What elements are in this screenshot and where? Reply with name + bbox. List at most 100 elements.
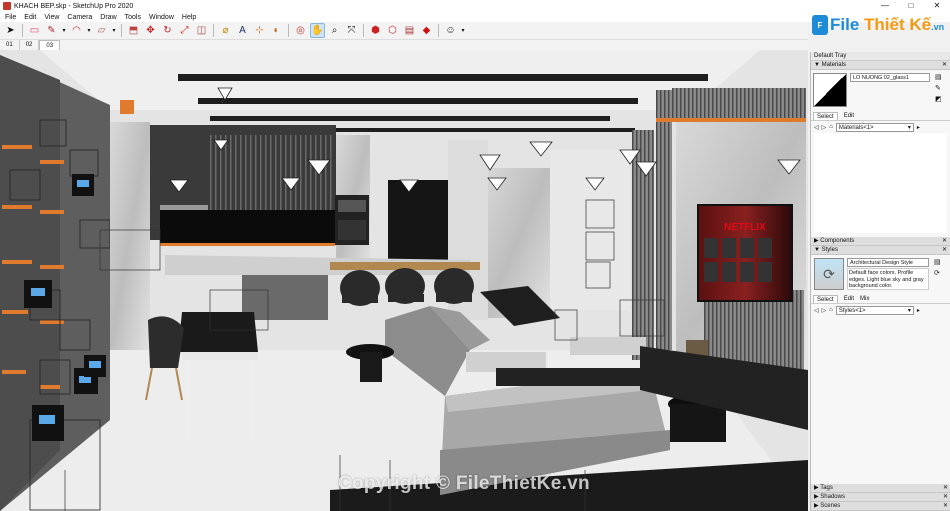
sample-paint-icon[interactable]: ✎ <box>935 84 942 92</box>
update-style-icon[interactable]: ⟳ <box>934 269 941 277</box>
forward-arrow-icon[interactable]: ▷ <box>822 124 827 131</box>
shadows-panel-header[interactable]: ▶ Shadows ✕ <box>811 493 950 502</box>
offset-icon[interactable]: ◫ <box>194 23 209 38</box>
menu-bar: File Edit View Camera Draw Tools Window … <box>0 12 950 22</box>
close-icon[interactable]: ✕ <box>943 493 948 502</box>
ruby-console-icon[interactable]: ◆ <box>419 23 434 38</box>
menu-view[interactable]: View <box>40 14 63 21</box>
material-name-field[interactable]: LO NUONG 02_glass1 <box>850 73 930 82</box>
minimize-button[interactable]: — <box>872 0 898 12</box>
styles-panel-header[interactable]: ▼ Styles ✕ <box>811 246 950 255</box>
material-tools: ▤ ✎ ◩ <box>935 73 942 109</box>
home-icon[interactable]: ⌂ <box>829 124 833 130</box>
scale-icon[interactable]: ⤢ <box>177 23 192 38</box>
styles-tab-select[interactable]: Select <box>813 295 838 303</box>
pan-icon[interactable]: ✋ <box>310 23 325 38</box>
menu-help[interactable]: Help <box>178 14 200 21</box>
materials-collection-dropdown[interactable]: Materials<1> <box>835 122 914 132</box>
window-controls: — □ ✕ <box>872 0 950 12</box>
orbit-icon[interactable]: ◎ <box>293 23 308 38</box>
materials-tab-select[interactable]: Select <box>813 112 838 120</box>
style-description: Default face colors. Profile edges. Ligh… <box>847 268 929 290</box>
create-style-icon[interactable]: ▤ <box>934 258 941 266</box>
eraser-icon[interactable]: ▭ <box>27 23 42 38</box>
maximize-button[interactable]: □ <box>898 0 924 12</box>
tape-measure-icon[interactable]: ⌀ <box>218 23 233 38</box>
menu-tools[interactable]: Tools <box>121 14 145 21</box>
logo-mark: F <box>812 15 828 35</box>
window-title: KHACH BEP.skp - SketchUp Pro 2020 <box>14 2 134 10</box>
zoom-extents-icon[interactable]: ⤧ <box>344 23 359 38</box>
materials-subtabs: Select Edit <box>811 112 950 121</box>
details-icon[interactable]: ▸ <box>917 307 920 314</box>
menu-edit[interactable]: Edit <box>20 14 40 21</box>
rotate-icon[interactable]: ↻ <box>160 23 175 38</box>
title-bar: KHACH BEP.skp - SketchUp Pro 2020 — □ ✕ <box>0 0 950 12</box>
chevron-down-icon[interactable]: ▾ <box>61 23 67 38</box>
create-material-icon[interactable]: ▤ <box>935 73 942 81</box>
back-arrow-icon[interactable]: ◁ <box>814 307 819 314</box>
tags-panel-header[interactable]: ▶ Tags ✕ <box>811 484 950 493</box>
styles-tab-mix[interactable]: Mix <box>860 295 869 303</box>
menu-camera[interactable]: Camera <box>63 14 96 21</box>
menu-draw[interactable]: Draw <box>96 14 120 21</box>
chevron-down-icon[interactable]: ▾ <box>460 23 466 38</box>
materials-panel-header[interactable]: ▼ Materials ✕ <box>811 61 950 70</box>
materials-list[interactable] <box>814 133 947 233</box>
materials-nav-row: ◁ ▷ ⌂ Materials<1> ▸ <box>811 121 950 133</box>
style-thumbnail: ⟳ <box>814 258 844 290</box>
text-icon[interactable]: A <box>235 23 250 38</box>
material-preview-row: LO NUONG 02_glass1 ▤ ✎ ◩ <box>811 70 950 112</box>
close-icon[interactable]: ✕ <box>942 61 947 70</box>
collapsed-panels: ▶ Tags ✕ ▶ Shadows ✕ ▶ Scenes ✕ <box>811 484 950 511</box>
tray-title: Default Tray <box>811 52 950 61</box>
close-icon[interactable]: ✕ <box>942 246 947 255</box>
scene-tab-01[interactable]: 01 <box>0 40 20 50</box>
home-icon[interactable]: ⌂ <box>829 307 833 313</box>
chevron-down-icon[interactable]: ▾ <box>86 23 92 38</box>
scene-tab-03[interactable]: 03 <box>39 40 61 50</box>
select-arrow-icon[interactable]: ➤ <box>3 23 18 38</box>
account-icon[interactable]: ☺ <box>443 23 458 38</box>
scene-tabs: 01 02 03 <box>0 40 808 50</box>
axes-icon[interactable]: ⊹ <box>252 23 267 38</box>
default-tray: Default Tray ▼ Materials ✕ LO NUONG 02_gl… <box>810 52 950 511</box>
components-panel-header[interactable]: ▶ Components ✕ <box>811 237 950 246</box>
push-pull-icon[interactable]: ⬒ <box>126 23 141 38</box>
zoom-icon[interactable]: ⌕ <box>327 23 342 38</box>
scene-tab-02[interactable]: 02 <box>20 40 40 50</box>
pencil-line-icon[interactable]: ✎ <box>44 23 59 38</box>
close-icon[interactable]: ✕ <box>943 502 948 511</box>
chevron-down-icon[interactable]: ▾ <box>111 23 117 38</box>
forward-arrow-icon[interactable]: ▷ <box>822 307 827 314</box>
main-toolbar: ➤ ▭ ✎ ▾ ◠ ▾ ▱ ▾ ⬒ ✥ ↻ ⤢ ◫ ⌀ A ⊹ ◐ ◎ ✋ ⌕ … <box>0 22 808 40</box>
materials-tab-edit[interactable]: Edit <box>844 112 854 120</box>
send-to-layout-icon[interactable]: ▤ <box>402 23 417 38</box>
close-icon[interactable]: ✕ <box>942 237 947 246</box>
model-viewport[interactable]: NETFLIX Copyright © FileThietKe.vn <box>0 50 808 511</box>
style-name-field[interactable]: Architectural Design Style <box>847 258 929 267</box>
styles-nav-row: ◁ ▷ ⌂ Styles<1> ▸ <box>811 304 950 316</box>
filethietke-logo: F File Thiết Kế.vn <box>812 12 944 38</box>
extension-warehouse-icon[interactable]: ⬡ <box>385 23 400 38</box>
copyright-watermark: Copyright © FileThietKe.vn <box>338 473 590 494</box>
details-icon[interactable]: ▸ <box>917 124 920 131</box>
default-material-icon[interactable]: ◩ <box>935 95 942 103</box>
3d-warehouse-icon[interactable]: ⬢ <box>368 23 383 38</box>
styles-tab-edit[interactable]: Edit <box>844 295 854 303</box>
rectangle-icon[interactable]: ▱ <box>94 23 109 38</box>
styles-collection-dropdown[interactable]: Styles<1> <box>835 305 914 315</box>
menu-window[interactable]: Window <box>145 14 178 21</box>
styles-subtabs: Select Edit Mix <box>811 295 950 304</box>
arc-icon[interactable]: ◠ <box>69 23 84 38</box>
scenes-panel-header[interactable]: ▶ Scenes ✕ <box>811 502 950 511</box>
back-arrow-icon[interactable]: ◁ <box>814 124 819 131</box>
material-swatch[interactable] <box>813 73 847 107</box>
close-icon[interactable]: ✕ <box>943 484 948 493</box>
menu-file[interactable]: File <box>1 14 20 21</box>
interior-render: NETFLIX <box>0 50 808 511</box>
move-icon[interactable]: ✥ <box>143 23 158 38</box>
paint-bucket-icon[interactable]: ◐ <box>269 23 284 38</box>
logo-text: File Thiết Kế.vn <box>830 15 945 34</box>
close-button[interactable]: ✕ <box>924 0 950 12</box>
